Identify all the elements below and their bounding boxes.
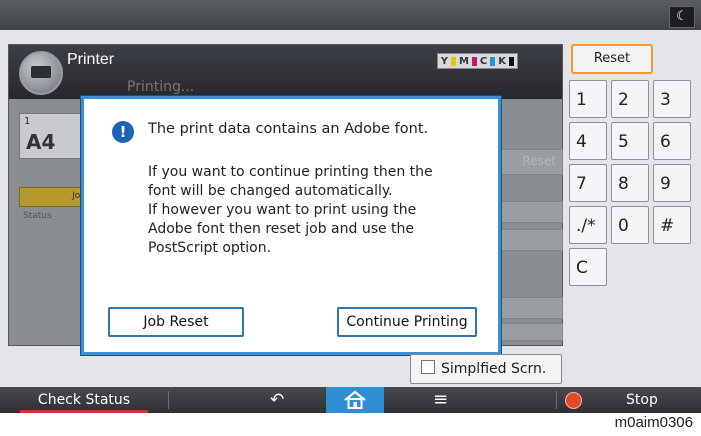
info-icon: ! <box>112 121 134 143</box>
adobe-font-dialog: ! The print data contains an Adobe font.… <box>81 96 501 355</box>
key-2[interactable]: 2 <box>611 80 649 118</box>
key-5[interactable]: 5 <box>611 122 649 160</box>
dialog-title: The print data contains an Adobe font. <box>148 121 429 137</box>
key-0[interactable]: 0 <box>611 206 649 244</box>
key-hash[interactable]: # <box>653 206 691 244</box>
key-6[interactable]: 6 <box>653 122 691 160</box>
printer-title: Printer <box>67 51 115 68</box>
printer-header: Printer Printing... Y M C K <box>9 45 562 99</box>
key-clear[interactable]: C <box>569 248 607 286</box>
dialog-message: If you want to continue printing then th… <box>148 164 433 256</box>
paper-size-label: A4 <box>26 130 56 154</box>
main-screen: Printer Printing... Y M C K 1 A4 Job Sta… <box>0 30 701 387</box>
reset-button[interactable]: Reset <box>571 44 653 74</box>
energy-saver-moon-icon[interactable]: ☾ <box>669 6 695 28</box>
home-icon <box>344 390 366 409</box>
printing-status-text: Printing... <box>127 79 195 95</box>
simplified-checkbox[interactable] <box>421 360 435 374</box>
toner-level-indicator: Y M C K <box>436 53 518 69</box>
stop-icon[interactable] <box>565 392 582 409</box>
job-reset-button[interactable]: Job Reset <box>108 307 244 337</box>
continue-printing-button[interactable]: Continue Printing <box>337 307 477 337</box>
key-3[interactable]: 3 <box>653 80 691 118</box>
divider <box>168 391 169 409</box>
key-8[interactable]: 8 <box>611 164 649 202</box>
simplified-label: Simplfied Scrn. <box>441 361 547 377</box>
back-arrow-icon[interactable]: ↶ <box>270 390 284 410</box>
figure-caption: m0aim0306 <box>614 414 693 431</box>
key-7[interactable]: 7 <box>569 164 607 202</box>
key-9[interactable]: 9 <box>653 164 691 202</box>
tray-number: 1 <box>24 116 31 127</box>
home-button[interactable] <box>326 387 384 413</box>
key-dot-star[interactable]: ./* <box>569 206 607 244</box>
top-status-bar: ☾ <box>0 0 701 30</box>
check-status-button[interactable]: Check Status <box>0 387 168 413</box>
simplified-screen-button[interactable]: Simplfied Scrn. <box>410 354 562 384</box>
paper-tray-indicator: 1 A4 <box>19 113 81 159</box>
ghost-reset-label: Reset <box>522 154 556 168</box>
menu-icon[interactable]: ≡ <box>433 389 448 410</box>
stop-button-label[interactable]: Stop <box>626 387 658 413</box>
printer-app-icon <box>19 51 63 95</box>
status-label: Status <box>23 211 52 221</box>
divider <box>556 391 557 409</box>
key-1[interactable]: 1 <box>569 80 607 118</box>
bottom-nav-bar: Check Status ↶ ≡ Stop <box>0 387 701 413</box>
key-4[interactable]: 4 <box>569 122 607 160</box>
